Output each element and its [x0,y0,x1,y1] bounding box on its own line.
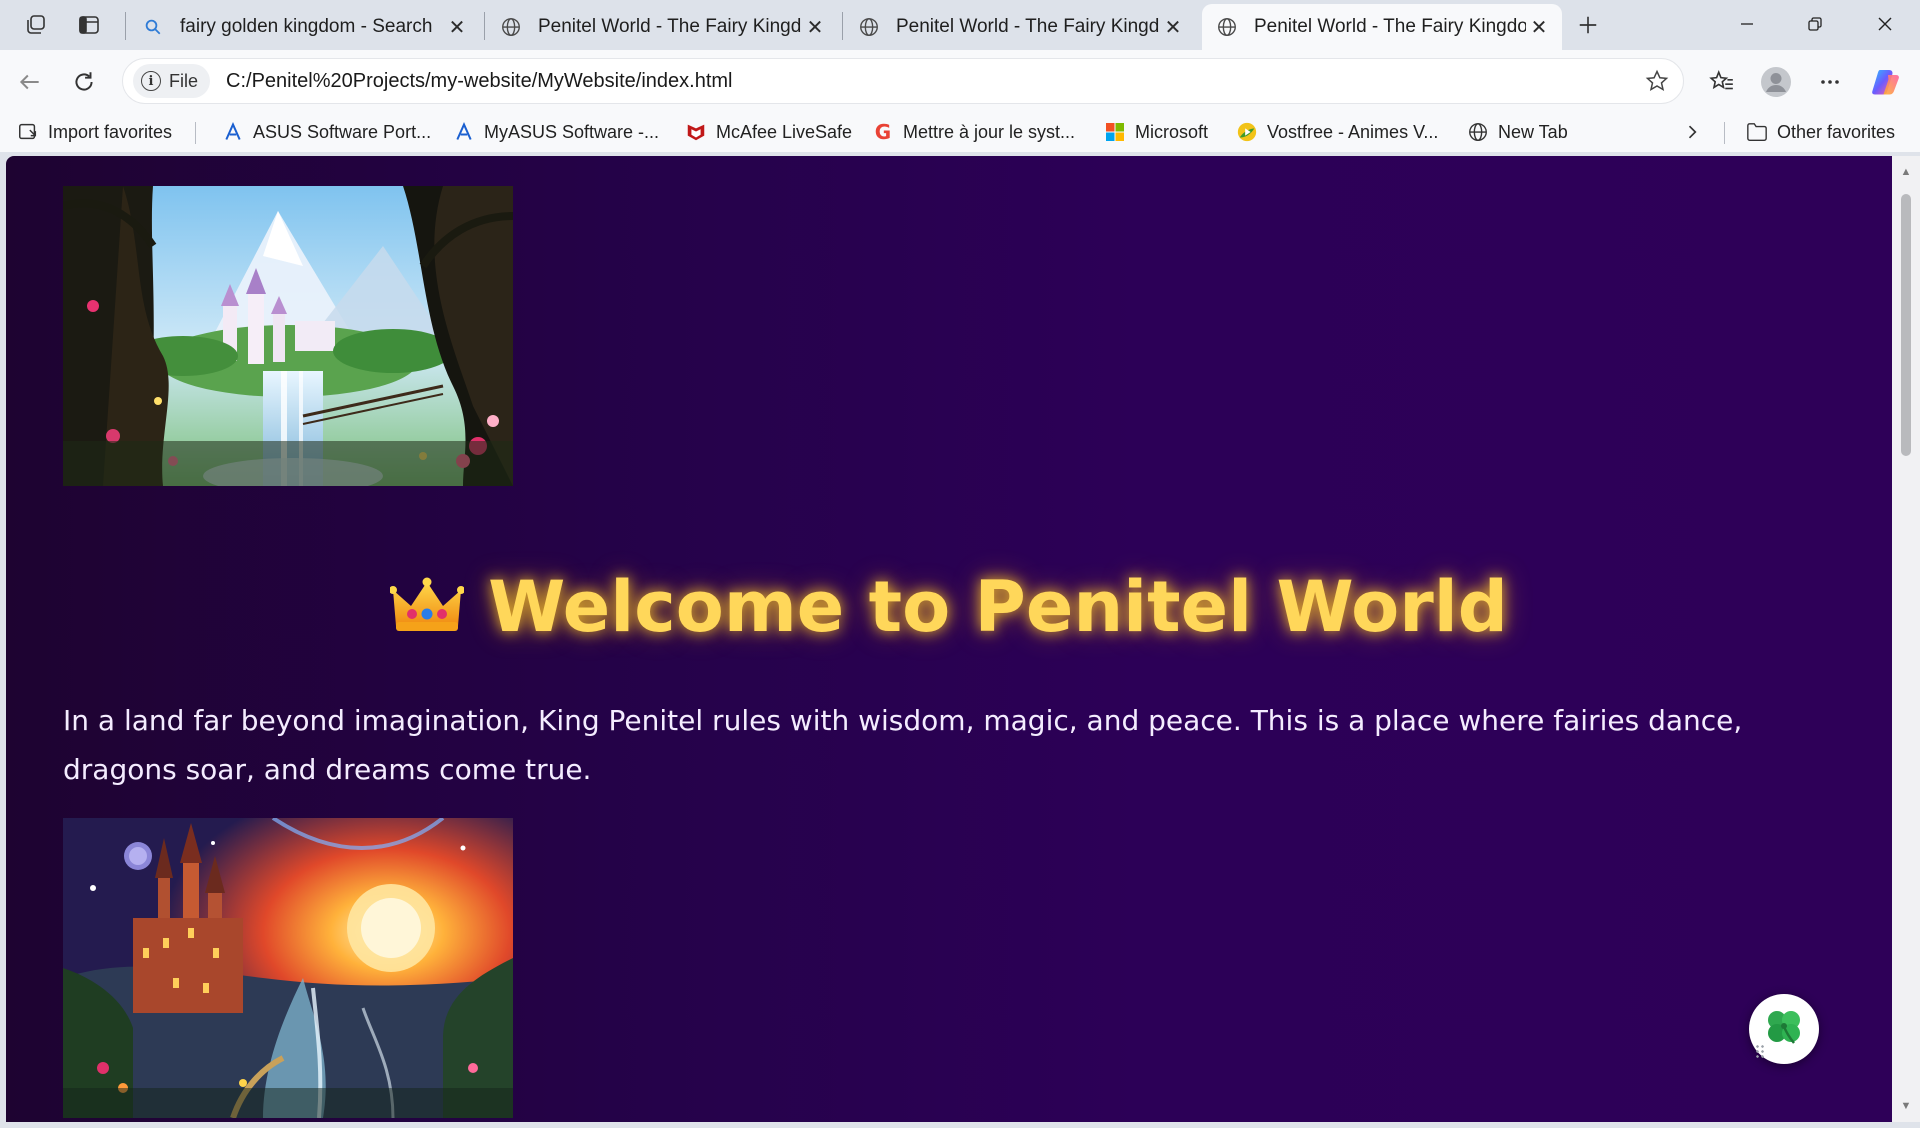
scroll-down-arrow-icon[interactable]: ▼ [1892,1096,1920,1116]
favorite-label: Microsoft [1135,121,1209,142]
tab-strip: fairy golden kingdom - Search ✕ Penitel … [0,0,1920,50]
info-icon: i [141,71,161,91]
fairy-kingdom-landscape-image [63,186,513,486]
copilot-icon[interactable] [1866,62,1906,102]
favorite-other-favorites[interactable]: Other favorites [1746,118,1895,146]
refresh-button[interactable] [64,62,104,102]
favorite-new-tab[interactable]: New Tab [1467,118,1568,146]
favorite-vostfree[interactable]: Vostfree - Animes V... [1236,118,1438,146]
castle-cosmic-sky-image [63,818,513,1118]
favorites-icon[interactable] [1702,62,1742,102]
scrollbar-thumb[interactable] [1901,194,1911,456]
page-title: Welcome to Penitel World [6,566,1892,653]
globe-icon [1216,16,1238,38]
favorite-myasus-software[interactable]: MyASUS Software -... [453,118,659,146]
import-icon [17,121,39,143]
tab-penitel-active[interactable]: Penitel World - The Fairy Kingdom ✕ [1202,4,1562,50]
favorite-label: Other favorites [1777,121,1896,142]
restore-button[interactable] [1782,0,1848,48]
back-button[interactable] [10,62,50,102]
favorite-mettre-a-jour[interactable]: G Mettre à jour le syst... [872,118,1075,146]
asus-icon [453,121,475,143]
close-icon[interactable]: ✕ [802,14,828,40]
address-bar[interactable]: i File C:/Penitel%20Projects/my-website/… [122,58,1684,104]
tab-separator [842,12,843,40]
tab-separator [125,12,126,40]
window-bottom-edge [0,1122,1920,1128]
tab-penitel-1[interactable]: Penitel World - The Fairy Kingdom ✕ [486,4,838,50]
favorites-bar: Import favorites ASUS Software Port... M… [0,112,1920,152]
workspaces-icon[interactable] [20,10,52,40]
tab-penitel-2[interactable]: Penitel World - The Fairy Kingdom ✕ [844,4,1196,50]
tab-separator [484,12,485,40]
favorite-mcafee-livesafe[interactable]: McAfee LiveSafe [685,118,852,146]
vertical-tabs-icon[interactable] [73,10,105,40]
page-scrollbar[interactable]: ▲ ▼ [1892,156,1920,1122]
microsoft-icon [1104,121,1126,143]
floating-helper-button[interactable] [1749,994,1819,1064]
globe-icon [500,16,522,38]
globe-icon [858,16,880,38]
page-title-text: Welcome to Penitel World [488,566,1508,648]
close-icon[interactable]: ✕ [1160,14,1186,40]
asus-icon [222,121,244,143]
favorite-import[interactable]: Import favorites [17,118,172,146]
tab-title: fairy golden kingdom - Search [180,16,433,37]
intro-paragraph: In a land far beyond imagination, King P… [63,704,1743,786]
page-viewport: Welcome to Penitel World In a land far b… [6,156,1892,1122]
profile-avatar[interactable] [1756,62,1796,102]
tab-search[interactable]: fairy golden kingdom - Search ✕ [128,4,480,50]
drag-handle[interactable] [1755,1044,1765,1058]
search-icon [142,16,164,38]
site-info-button[interactable]: i File [133,64,211,98]
favorites-overflow-chevron-icon[interactable] [1682,118,1702,146]
address-toolbar: i File C:/Penitel%20Projects/my-website/… [0,50,1920,112]
add-favorite-star-icon[interactable] [1637,61,1677,101]
close-icon[interactable]: ✕ [444,14,470,40]
scroll-up-arrow-icon[interactable]: ▲ [1892,162,1920,182]
favorite-label: Mettre à jour le syst... [903,121,1076,142]
tab-title: Penitel World - The Fairy Kingdom [1254,16,1526,37]
favorite-label: MyASUS Software -... [484,121,660,142]
favorites-separator [1724,122,1725,144]
minimize-button[interactable] [1714,0,1780,48]
close-window-button[interactable] [1852,0,1918,48]
crown-icon [389,571,466,653]
clover-icon [1762,1005,1806,1054]
mcafee-icon [685,121,707,143]
favorite-label: Vostfree - Animes V... [1267,121,1439,142]
tab-title: Penitel World - The Fairy Kingdom [896,16,1160,37]
tab-title: Penitel World - The Fairy Kingdom [538,16,802,37]
globe-icon [1467,121,1489,143]
favorite-label: Import favorites [48,121,173,142]
google-icon: G [874,120,892,144]
more-options-icon[interactable] [1810,62,1850,102]
favorites-separator [195,122,196,144]
site-info-label: File [169,70,199,91]
favorite-asus-software-portal[interactable]: ASUS Software Port... [222,118,431,146]
folder-icon [1746,121,1768,143]
url-text[interactable]: C:/Penitel%20Projects/my-website/MyWebsi… [226,70,1637,93]
favorite-label: New Tab [1498,121,1568,142]
favorite-label: McAfee LiveSafe [716,121,853,142]
favorite-microsoft[interactable]: Microsoft [1104,118,1208,146]
close-icon[interactable]: ✕ [1526,14,1552,40]
favorite-label: ASUS Software Port... [253,121,432,142]
vostfree-icon [1236,121,1258,143]
new-tab-button[interactable] [1572,10,1604,40]
